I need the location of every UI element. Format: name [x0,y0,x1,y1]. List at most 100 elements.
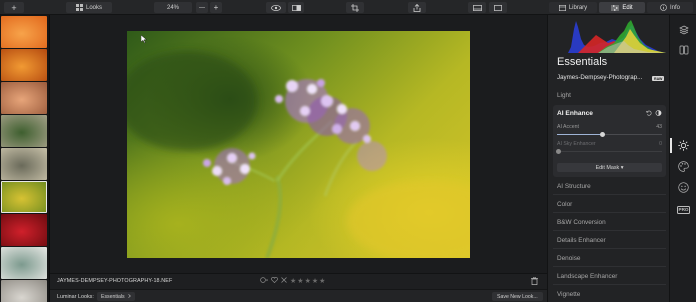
tool-section-item[interactable]: B&W Conversion [557,219,606,226]
tab-library[interactable]: Library [549,2,597,13]
crop-icon [351,3,359,12]
section-light[interactable]: Light [557,92,571,99]
grid-icon [75,4,83,11]
sun-icon[interactable] [670,138,690,153]
compare-button[interactable] [288,2,304,13]
looks-label: Looks [85,4,102,11]
image-filename: JAYMES-DEMPSEY-PHOTOGRAPHY-18.NEF [57,278,173,284]
color-label-icon[interactable] [260,277,269,285]
edit-panel: Essentials Jaymes-Dempsey-Photograp... R… [547,15,669,302]
info-icon [660,4,667,11]
image-canvas[interactable] [50,15,547,273]
filmstrip-thumbnail[interactable] [1,280,47,302]
tool-section-item[interactable]: Vignette [557,291,580,298]
reset-icon[interactable] [646,110,652,118]
star-icon[interactable]: ★ [290,277,296,285]
raw-badge: RAW [652,76,665,81]
edit-label: Edit [622,4,633,11]
zoom-in-button[interactable]: + [210,2,222,13]
preview-toggle-button[interactable] [266,2,286,13]
looks-button[interactable]: Looks [66,2,112,13]
star-rating[interactable]: ★ ★ ★ ★ ★ [290,277,325,285]
ai-accent-handle[interactable] [599,132,605,137]
filmstrip-view-button[interactable] [468,2,486,13]
tool-section-item[interactable]: Landscape Enhancer [557,273,617,280]
filmstrip-thumbnail[interactable] [1,115,47,147]
library-icon [558,4,566,11]
tool-rail: PRO [669,15,696,302]
ai-accent-slider[interactable] [557,132,662,137]
luminar-looks-label: Luminar Looks: [57,294,94,300]
ai-accent-fill [557,134,603,135]
trash-icon[interactable] [531,276,538,287]
filmstrip-thumbnail[interactable] [1,49,47,81]
edit-mask-button[interactable]: Edit Mask ▾ [557,163,662,172]
tool-section-item[interactable]: Details Enhancer [557,237,606,244]
save-new-look-button[interactable]: Save New Look... [492,292,543,301]
plus-icon: + [213,3,219,12]
tab-edit[interactable]: Edit [599,2,645,13]
main-photo[interactable] [127,31,470,258]
tool-section-item[interactable]: AI Structure [557,183,591,190]
save-look-label: Save New Look... [497,293,538,300]
ai-enhance-title[interactable]: AI Enhance [557,110,593,117]
section-divider [553,284,666,285]
smiley-icon[interactable] [677,181,690,194]
filmstrip-thumbnail[interactable] [1,181,47,213]
add-images-button[interactable]: + [4,2,24,13]
single-view-button[interactable] [489,2,507,13]
pro-label: PRO [676,205,691,214]
section-divider [553,248,666,249]
tool-section-item[interactable]: Color [557,201,572,208]
looks-bar: Luminar Looks: Essentials Save New Look.… [50,289,547,302]
section-divider [553,230,666,231]
star-icon[interactable]: ★ [297,277,303,285]
share-icon [413,3,421,12]
info-label: Info [669,4,680,11]
ai-enhance-card: AI Enhance AI Accent 43 AI Sky Enhancer … [553,105,666,177]
single-view-icon [494,4,502,11]
tab-info[interactable]: Info [647,2,693,13]
section-divider [553,194,666,195]
split-view-icon [291,4,301,11]
minus-icon: — [199,4,205,11]
ai-accent-label: AI Accent [557,124,579,130]
looks-category-value: Essentials [101,293,125,300]
filmstrip-thumbnail[interactable] [1,148,47,180]
looks-category-select[interactable]: Essentials [97,292,135,301]
rating-controls: ★ ★ ★ ★ ★ [260,276,325,285]
filmstrip-thumbnail[interactable] [1,16,47,48]
filmstrip-icon [472,4,482,11]
zoom-out-button[interactable]: — [196,2,208,13]
library-label: Library [568,4,588,11]
sliders-icon [611,4,620,11]
zoom-select[interactable]: 24% [154,2,192,13]
crop-button[interactable] [346,2,364,13]
filmstrip-thumbnail[interactable] [1,214,47,246]
preset-name: Jaymes-Dempsey-Photograp... [557,74,643,81]
visibility-toggle-icon[interactable] [655,110,662,118]
ai-sky-enhancer-slider[interactable] [556,149,662,154]
reject-icon[interactable] [281,277,287,285]
bottom-info-bar: JAYMES-DEMPSEY-PHOTOGRAPHY-18.NEF ★ ★ ★ ★ ★ … [50,273,547,302]
share-button[interactable] [408,2,426,13]
ai-sky-enhancer-value: 0 [659,141,662,147]
top-toolbar: + Looks 24% — + Library Edit Info [0,0,696,15]
heart-icon[interactable] [271,276,278,285]
filmstrip-thumbnail[interactable] [1,82,47,114]
tool-section-item[interactable]: Denoise [557,255,580,262]
palette-icon[interactable] [677,160,690,173]
chevron-right-icon [127,293,131,300]
compare-panels-icon[interactable] [677,43,690,56]
star-icon[interactable]: ★ [319,277,325,285]
ai-sky-enhancer-label: AI Sky Enhancer [557,141,596,147]
star-icon[interactable]: ★ [312,277,318,285]
star-icon[interactable]: ★ [305,277,311,285]
eye-icon [271,4,281,11]
filmstrip-thumbnail[interactable] [1,247,47,279]
layers-icon[interactable] [677,23,690,36]
pro-icon[interactable]: PRO [676,203,691,216]
filmstrip [0,15,50,302]
ai-sky-enhancer-handle[interactable] [556,149,561,154]
panel-title: Essentials [557,56,608,68]
